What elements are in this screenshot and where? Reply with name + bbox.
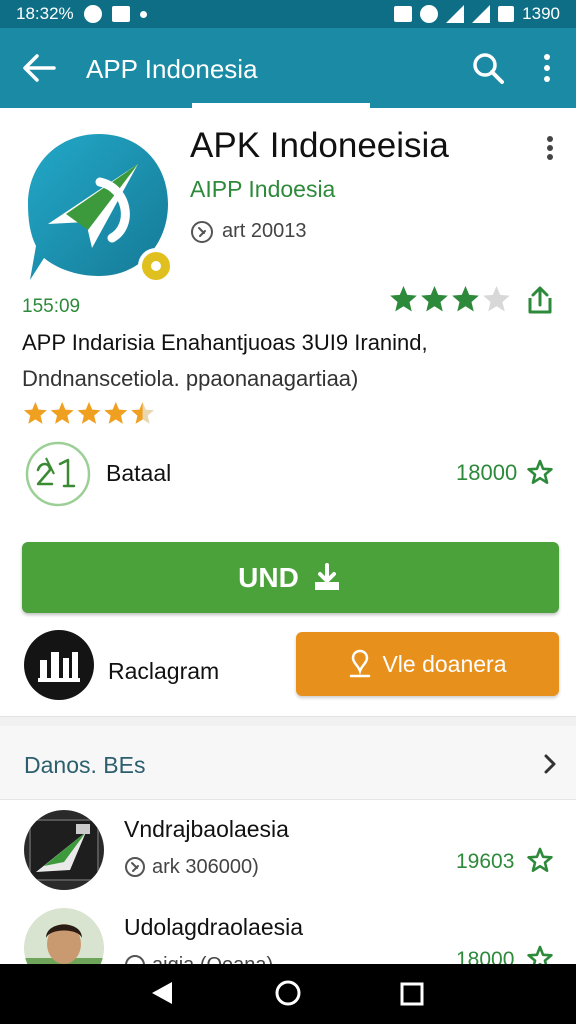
nav-back-icon[interactable] bbox=[150, 980, 174, 1006]
status-bar: 18:32% 1390 bbox=[0, 0, 576, 28]
description-line-1: APP Indarisia Enahantjuoas 3UI9 Iranind, bbox=[22, 330, 428, 355]
badge-label: Bataal bbox=[106, 460, 172, 486]
star-filled-icon bbox=[23, 402, 47, 424]
app-bar: APP Indonesia bbox=[0, 28, 576, 108]
description-line-2: Dndnanscetiola. ppaonanagartiaa) bbox=[22, 366, 359, 391]
star-filled-icon bbox=[104, 402, 128, 424]
star-filled-icon bbox=[390, 286, 417, 312]
badge-count: 18000 bbox=[456, 460, 518, 485]
nav-home-icon[interactable] bbox=[274, 979, 302, 1007]
vibrate-icon bbox=[394, 6, 413, 22]
overflow-menu-icon[interactable] bbox=[540, 134, 560, 164]
age-rating-icon bbox=[191, 221, 213, 243]
messenger-icon bbox=[83, 5, 102, 23]
star-filled-icon bbox=[77, 402, 101, 424]
star-icon bbox=[483, 286, 510, 312]
download-icon bbox=[314, 562, 339, 590]
battery-text: 1390 bbox=[522, 4, 560, 23]
circle-logo-icon bbox=[24, 630, 94, 700]
no-signal-icon bbox=[472, 5, 491, 23]
nav-recents-icon[interactable] bbox=[400, 982, 424, 1006]
star-outline-icon bbox=[527, 459, 553, 485]
notification-dot-icon bbox=[139, 10, 147, 18]
battery-icon bbox=[498, 6, 515, 22]
list-item-thumbnail bbox=[24, 810, 104, 890]
back-arrow-icon[interactable] bbox=[22, 52, 56, 84]
rating-stars-top bbox=[390, 286, 510, 312]
search-icon[interactable] bbox=[472, 52, 504, 84]
section-title: Danos. BEs bbox=[24, 752, 146, 778]
chevron-right-icon[interactable] bbox=[540, 752, 560, 776]
section-divider bbox=[0, 716, 576, 726]
star-filled-icon bbox=[50, 402, 74, 424]
user-rating-stars bbox=[23, 402, 155, 424]
tab-indicator bbox=[192, 103, 370, 108]
section-header[interactable]: Danos. BEs bbox=[0, 726, 576, 800]
app-bar-title: APP Indonesia bbox=[86, 54, 258, 84]
list-item-name: Udolagdraolaesia bbox=[124, 914, 304, 940]
navigation-bar bbox=[0, 964, 576, 1024]
install-button[interactable]: UND bbox=[22, 542, 559, 613]
pin-icon bbox=[350, 649, 371, 678]
badge-icon bbox=[25, 441, 91, 507]
list-item-count: 19603 bbox=[456, 850, 515, 873]
age-rating-text: art 20013 bbox=[222, 220, 307, 242]
list-item-name: Vndrajbaolaesia bbox=[124, 816, 289, 842]
app-notification-icon bbox=[111, 6, 130, 22]
developer-name[interactable]: AIPP Indoesia bbox=[190, 176, 335, 203]
star-filled-icon bbox=[452, 286, 479, 312]
secondary-label: Raclagram bbox=[108, 658, 220, 684]
install-button-label: UND bbox=[238, 561, 299, 593]
status-time: 18:32% bbox=[16, 4, 74, 23]
age-rating-icon bbox=[125, 857, 145, 877]
app-size: 155:09 bbox=[22, 296, 81, 317]
orange-action-button[interactable]: Vle doanera bbox=[296, 632, 559, 696]
star-outline-icon bbox=[527, 847, 553, 873]
list-item-meta: ark 306000) bbox=[152, 856, 259, 878]
more-vert-icon[interactable] bbox=[536, 52, 558, 84]
list-item[interactable]: Vndrajbaolaesia ark 306000) 19603 bbox=[0, 808, 576, 904]
app-name: APK Indoneeisia bbox=[190, 126, 449, 165]
star-filled-icon bbox=[421, 286, 448, 312]
share-icon[interactable] bbox=[524, 284, 556, 316]
orange-button-label: Vle doanera bbox=[382, 650, 507, 677]
signal-icon bbox=[446, 5, 465, 23]
wifi-icon bbox=[420, 5, 439, 23]
app-logo-icon bbox=[28, 134, 174, 284]
